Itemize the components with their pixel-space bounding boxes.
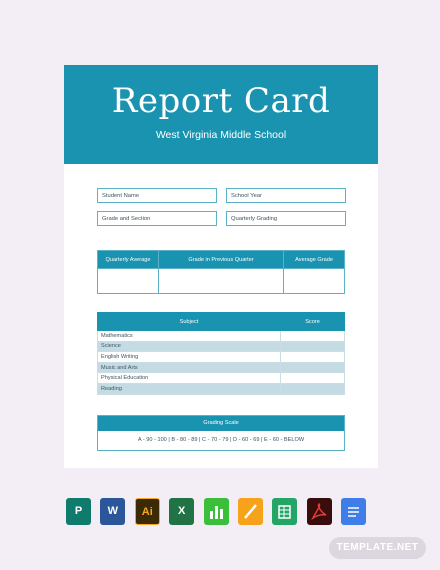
report-card-title: Report Card (111, 81, 331, 121)
subject-row: Physical Education (97, 372, 281, 384)
score-cell[interactable] (280, 372, 345, 384)
pen-icon (243, 504, 257, 519)
header-average-grade: Average Grade (283, 250, 345, 269)
grading-scale-text: A - 90 - 100 | B - 80 - 89 | C - 70 - 79… (137, 437, 305, 443)
subject-row: English Writing (97, 351, 281, 363)
illustrator-icon[interactable]: Ai (134, 498, 160, 525)
numbers-icon[interactable] (203, 498, 229, 525)
subject-row: Reading (97, 382, 281, 395)
score-cell[interactable] (280, 330, 345, 342)
acrobat-icon (310, 502, 327, 521)
quarter-table: Quarterly Average Grade in Previous Quar… (97, 250, 345, 294)
subject-table: Subject Score Mathematics Science Englis… (97, 312, 345, 395)
grading-scale-box: Grading Scale A - 90 - 100 | B - 80 - 89… (97, 415, 345, 451)
cell-quarterly-average[interactable] (97, 268, 159, 294)
score-cell[interactable] (280, 351, 345, 363)
header-previous-quarter: Grade in Previous Quarter (157, 250, 285, 269)
header-quarterly-average: Quarterly Average (97, 250, 159, 269)
subject-row: Mathematics (97, 330, 281, 342)
bar-chart-icon (209, 506, 223, 519)
school-year-field[interactable]: School Year (226, 188, 346, 203)
docs-icon[interactable] (341, 498, 366, 525)
header-score: Score (280, 312, 345, 331)
header-subject: Subject (97, 312, 281, 331)
card-header: Report Card West Virginia Middle School (64, 65, 378, 164)
word-icon[interactable]: W (100, 498, 126, 525)
grade-section-field[interactable]: Grade and Section (97, 211, 217, 226)
sheets-icon[interactable] (272, 498, 298, 525)
subject-row: Music and Arts (97, 361, 281, 374)
publisher-icon[interactable]: P (66, 498, 91, 525)
excel-icon[interactable]: X (169, 498, 195, 525)
school-name: West Virginia Middle School (155, 129, 287, 141)
cell-previous-quarter[interactable] (157, 268, 285, 294)
score-cell[interactable] (280, 361, 345, 374)
quarterly-grading-field[interactable]: Quarterly Grading (226, 211, 346, 226)
template-net-watermark: TEMPLATE.NET (329, 537, 426, 559)
student-name-field[interactable]: Student Name (97, 188, 217, 203)
grading-scale-title: Grading Scale (98, 416, 344, 431)
pdf-icon[interactable] (306, 498, 332, 525)
subject-row: Science (97, 340, 281, 353)
pages-icon[interactable] (237, 498, 263, 525)
cell-average-grade[interactable] (283, 268, 345, 294)
score-cell[interactable] (280, 340, 345, 353)
document-lines-icon (348, 507, 359, 517)
report-card-document: Report Card West Virginia Middle School … (64, 65, 378, 468)
score-cell[interactable] (280, 382, 345, 395)
grid-icon (278, 505, 291, 519)
format-icons-row: P W Ai X (66, 498, 366, 526)
